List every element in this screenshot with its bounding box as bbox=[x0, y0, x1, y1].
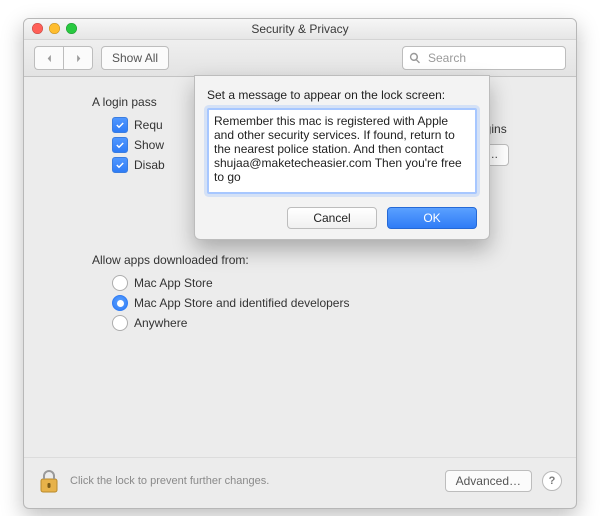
chevron-left-icon bbox=[45, 54, 54, 63]
radio-anywhere[interactable] bbox=[112, 315, 128, 331]
search-field[interactable] bbox=[402, 46, 566, 70]
zoom-window-button[interactable] bbox=[66, 23, 77, 34]
nav-forward-button[interactable] bbox=[63, 46, 93, 70]
gatekeeper-heading: Allow apps downloaded from: bbox=[92, 253, 548, 267]
cancel-button[interactable]: Cancel bbox=[287, 207, 377, 229]
radio-mac-app-store[interactable] bbox=[112, 275, 128, 291]
sheet-prompt: Set a message to appear on the lock scre… bbox=[207, 88, 477, 102]
ok-button[interactable]: OK bbox=[387, 207, 477, 229]
search-icon bbox=[409, 52, 421, 64]
minimize-window-button[interactable] bbox=[49, 23, 60, 34]
lock-message-textarea[interactable] bbox=[207, 108, 477, 194]
disable-auto-login-label-left: Disab bbox=[134, 158, 165, 172]
gatekeeper-opt-anywhere[interactable]: Anywhere bbox=[112, 315, 548, 331]
disable-auto-login-checkbox[interactable] bbox=[112, 157, 128, 173]
show-all-button[interactable]: Show All bbox=[101, 46, 169, 70]
chevron-right-icon bbox=[74, 54, 83, 63]
window-title: Security & Privacy bbox=[251, 22, 348, 36]
show-message-checkbox[interactable] bbox=[112, 137, 128, 153]
gatekeeper-opt3-label: Anywhere bbox=[134, 316, 187, 330]
advanced-button[interactable]: Advanced… bbox=[445, 470, 532, 492]
lock-message-sheet: Set a message to appear on the lock scre… bbox=[194, 75, 490, 240]
lock-icon[interactable] bbox=[38, 468, 60, 494]
preferences-window: Security & Privacy Show All A login pass bbox=[23, 18, 577, 509]
gatekeeper-opt2-label: Mac App Store and identified developers bbox=[134, 296, 349, 310]
window-controls bbox=[32, 23, 77, 34]
gatekeeper-section: Allow apps downloaded from: Mac App Stor… bbox=[92, 253, 548, 331]
search-input[interactable] bbox=[426, 50, 559, 66]
radio-identified-developers[interactable] bbox=[112, 295, 128, 311]
titlebar: Security & Privacy bbox=[24, 19, 576, 40]
lock-hint-text: Click the lock to prevent further change… bbox=[70, 475, 435, 487]
require-password-label-left: Requ bbox=[134, 118, 163, 132]
require-password-checkbox[interactable] bbox=[112, 117, 128, 133]
nav-back-button[interactable] bbox=[34, 46, 63, 70]
show-message-label-left: Show bbox=[134, 138, 164, 152]
close-window-button[interactable] bbox=[32, 23, 43, 34]
gatekeeper-opt-appstore[interactable]: Mac App Store bbox=[112, 275, 548, 291]
help-button[interactable]: ? bbox=[542, 471, 562, 491]
toolbar: Show All bbox=[24, 40, 576, 77]
gatekeeper-opt-identified[interactable]: Mac App Store and identified developers bbox=[112, 295, 548, 311]
gatekeeper-opt1-label: Mac App Store bbox=[134, 276, 213, 290]
nav-back-forward bbox=[34, 46, 93, 70]
footer: Click the lock to prevent further change… bbox=[24, 457, 576, 508]
